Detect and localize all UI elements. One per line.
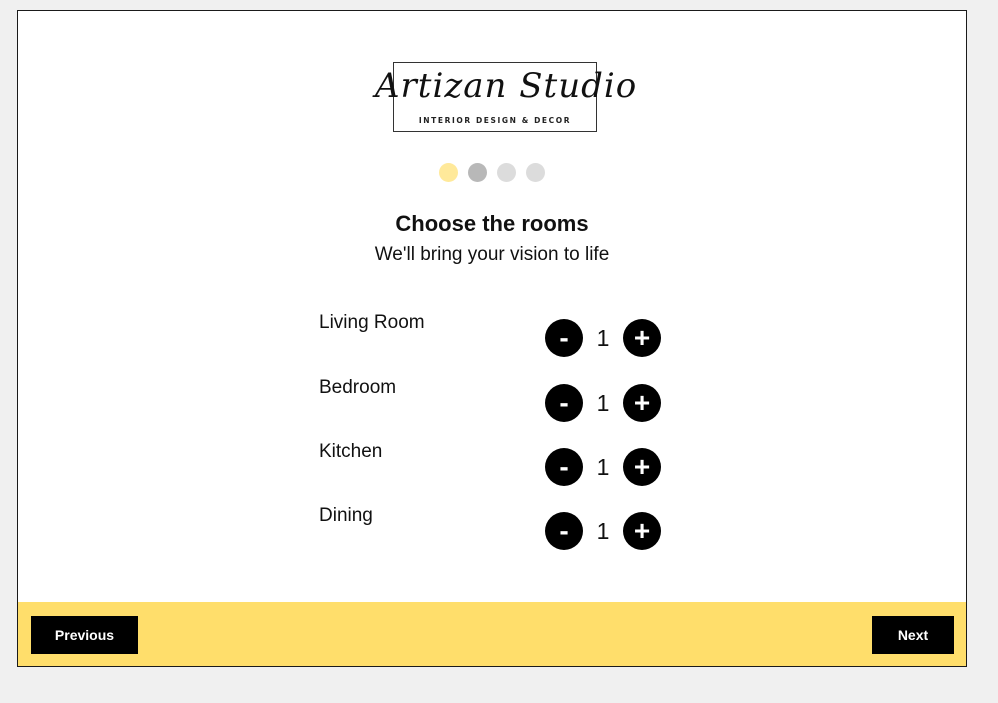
room-row-bedroom: Bedroom - 1 + bbox=[319, 377, 669, 424]
increment-button[interactable]: + bbox=[623, 319, 661, 357]
quantity-stepper: - 1 + bbox=[545, 319, 665, 359]
logo-tagline: INTERIOR DESIGN & DECOR bbox=[418, 116, 572, 125]
increment-button[interactable]: + bbox=[623, 512, 661, 550]
increment-button[interactable]: + bbox=[623, 384, 661, 422]
decrement-button[interactable]: - bbox=[545, 319, 583, 357]
quantity-stepper: - 1 + bbox=[545, 384, 665, 424]
increment-button[interactable]: + bbox=[623, 448, 661, 486]
room-row-living-room: Living Room - 1 + bbox=[319, 312, 669, 359]
quantity-stepper: - 1 + bbox=[545, 448, 665, 488]
previous-button[interactable]: Previous bbox=[31, 616, 138, 654]
room-label: Kitchen bbox=[319, 441, 383, 462]
step-indicator bbox=[439, 163, 545, 182]
step-dot-1 bbox=[439, 163, 458, 182]
page-subtitle: We'll bring your vision to life bbox=[374, 244, 610, 265]
page-title: Choose the rooms bbox=[395, 211, 589, 236]
wizard-card: Artizan Studio INTERIOR DESIGN & DECOR C… bbox=[17, 10, 967, 667]
room-label: Bedroom bbox=[319, 377, 397, 398]
decrement-button[interactable]: - bbox=[545, 384, 583, 422]
step-dot-4 bbox=[526, 163, 545, 182]
next-button[interactable]: Next bbox=[872, 616, 954, 654]
room-row-dining: Dining - 1 + bbox=[319, 505, 669, 552]
quantity-value: 1 bbox=[596, 518, 610, 544]
decrement-button[interactable]: - bbox=[545, 448, 583, 486]
quantity-stepper: - 1 + bbox=[545, 512, 665, 552]
room-row-kitchen: Kitchen - 1 + bbox=[319, 441, 669, 488]
decrement-button[interactable]: - bbox=[545, 512, 583, 550]
wizard-footer: Previous Next bbox=[18, 602, 966, 666]
brand-logo: Artizan Studio INTERIOR DESIGN & DECOR bbox=[375, 56, 638, 140]
quantity-value: 1 bbox=[596, 454, 610, 480]
room-label: Living Room bbox=[319, 312, 425, 333]
step-dot-2 bbox=[468, 163, 487, 182]
room-label: Dining bbox=[319, 505, 373, 526]
quantity-value: 1 bbox=[596, 325, 610, 351]
step-dot-3 bbox=[497, 163, 516, 182]
logo-wordmark: Artizan Studio bbox=[375, 66, 638, 106]
quantity-value: 1 bbox=[596, 390, 610, 416]
